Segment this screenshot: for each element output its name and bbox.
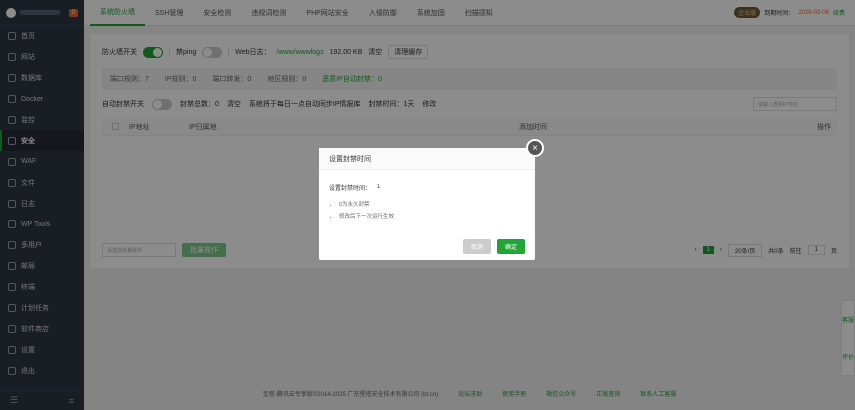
tip-item: 0为永久封禁 (339, 200, 525, 208)
dialog-title: 设置封禁时间 (319, 148, 535, 170)
close-icon[interactable]: × (526, 139, 544, 157)
dialog-body: 设置封禁时间： 0为永久封禁 修改后下一次运行生效 (319, 170, 535, 220)
tip-item: 修改后下一次运行生效 (339, 212, 525, 220)
dialog-footer: 取消 确定 (462, 239, 525, 254)
ban-time-dialog: 设置封禁时间 × 设置封禁时间： 0为永久封禁 修改后下一次运行生效 取消 确定 (319, 139, 544, 260)
ban-time-input[interactable] (375, 182, 496, 192)
confirm-button[interactable]: 确定 (496, 239, 525, 254)
cancel-button[interactable]: 取消 (462, 239, 491, 254)
ban-time-field: 设置封禁时间： (329, 182, 525, 192)
dialog-tips: 0为永久封禁 修改后下一次运行生效 (329, 200, 525, 220)
ban-time-label: 设置封禁时间： (329, 185, 372, 192)
